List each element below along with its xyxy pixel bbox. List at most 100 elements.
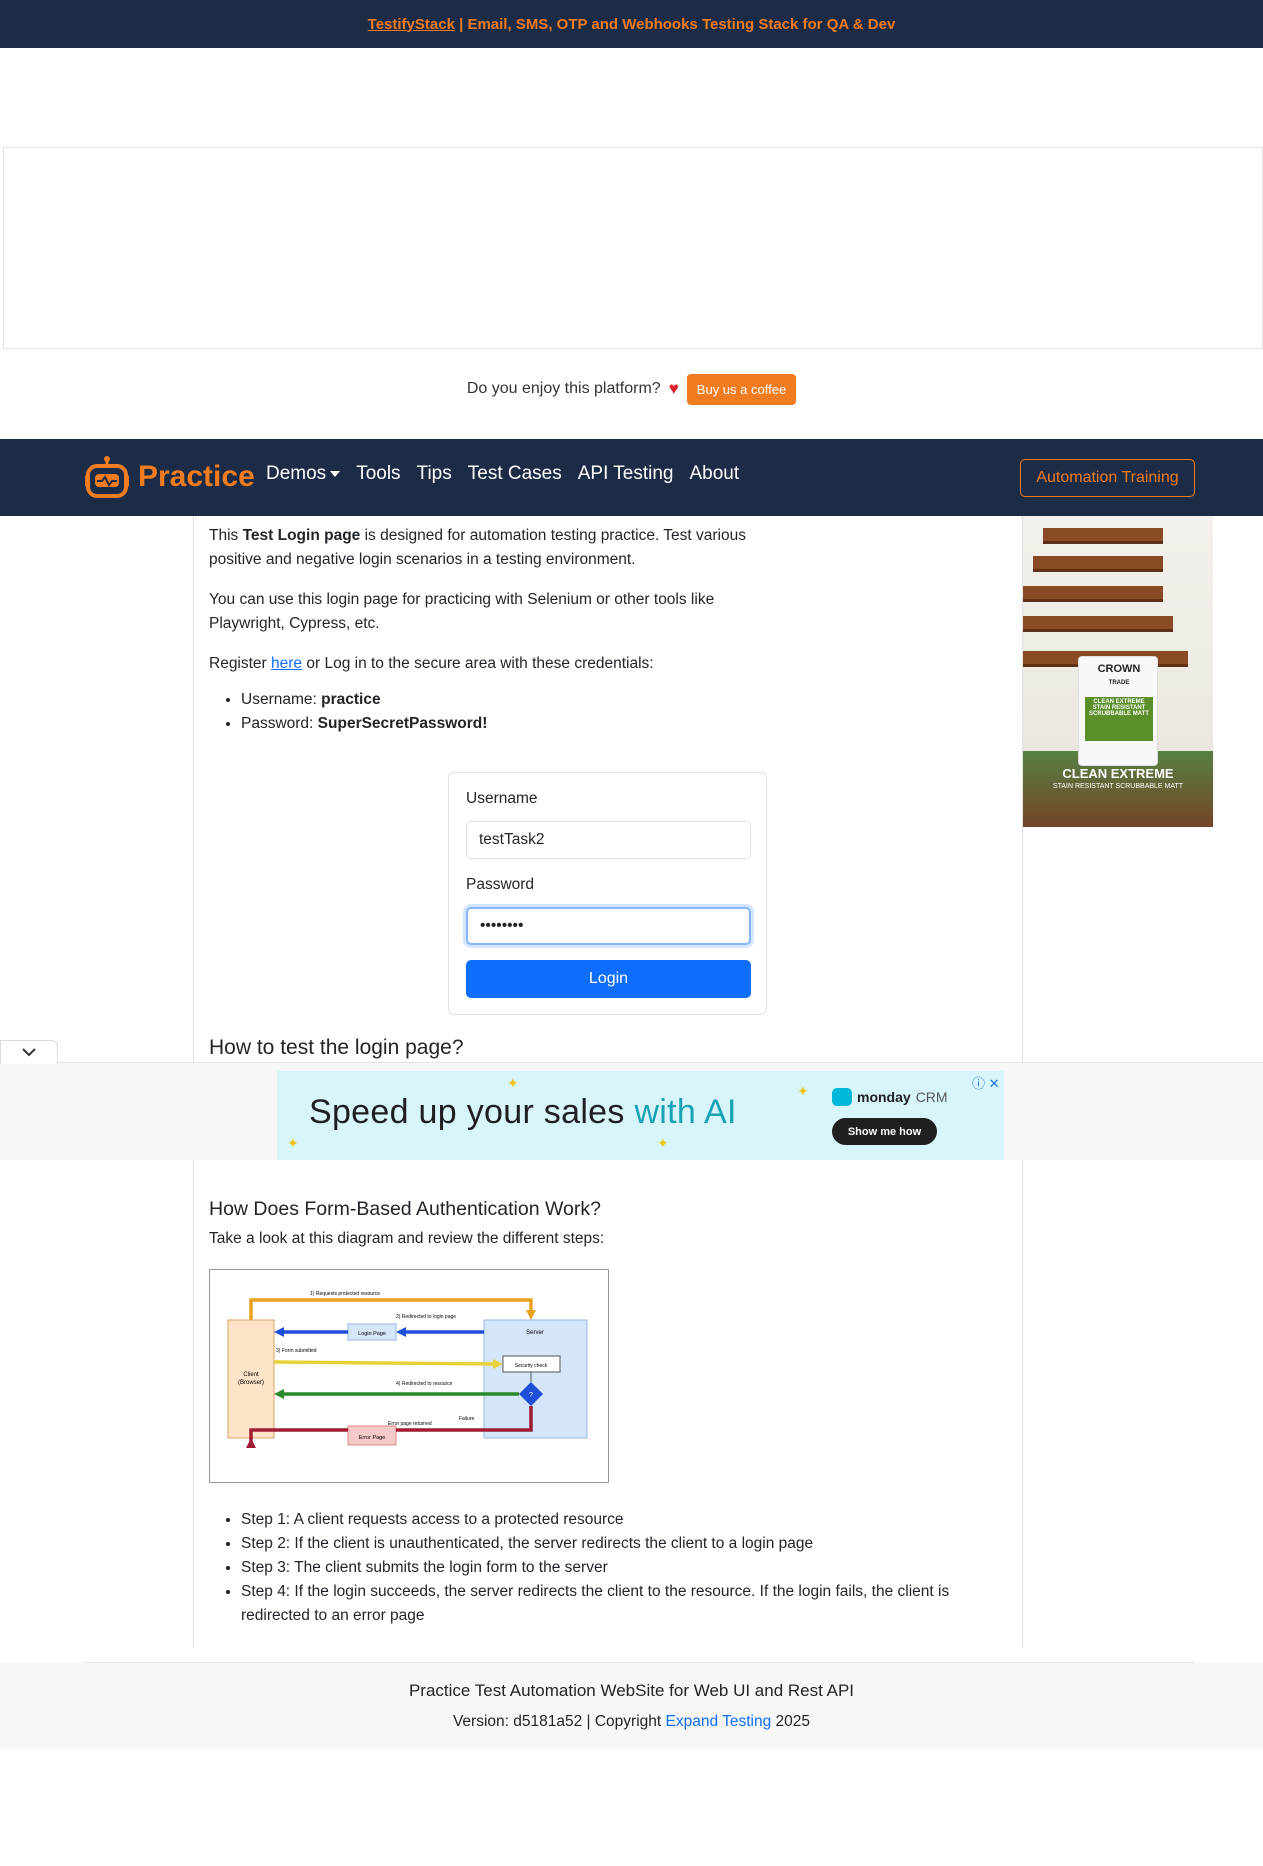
expand-testing-link[interactable]: Expand Testing (666, 1713, 772, 1730)
auth-flow-diagram: Client (Browser) Server Security check L… (209, 1269, 609, 1483)
footer-year: 2025 (771, 1713, 811, 1730)
login-button[interactable]: Login (466, 960, 751, 998)
failure-label: Failure (459, 1416, 475, 1422)
error-page-label: Error Page (359, 1435, 386, 1441)
password-credential-label: Password: (241, 715, 318, 732)
auth-flow-diagram-svg: Client (Browser) Server Security check L… (227, 1291, 588, 1448)
ad-headline-ai: with AI (634, 1093, 737, 1131)
chevron-down-icon (22, 1048, 36, 1057)
client-sub-label: (Browser) (238, 1380, 264, 1386)
intro-p1-pre: This (209, 527, 243, 544)
ad-headline: Speed up your sales with AI (309, 1093, 737, 1132)
heart-icon: ♥ (668, 379, 679, 398)
step4-label: 4) Redirected to resource (396, 1381, 453, 1387)
redirect-resource-arrowhead (274, 1389, 284, 1399)
password-credential-value: SuperSecretPassword! (317, 715, 488, 732)
ad-cta-button[interactable]: Show me how (832, 1118, 937, 1145)
form-auth-heading: How Does Form-Based Authentication Work? (209, 1198, 601, 1220)
request-arrowhead (526, 1310, 536, 1320)
buy-coffee-button[interactable]: Buy us a coffee (686, 373, 797, 405)
diagram-intro: Take a look at this diagram and review t… (209, 1230, 605, 1247)
crown-logo: CROWN TRADE (1079, 663, 1159, 687)
ad-brand: monday CRM (832, 1088, 948, 1106)
step-item: Step 1: A client requests access to a pr… (241, 1508, 981, 1532)
footer-version-text: Version: d5181a52 | Copyright (452, 1713, 666, 1730)
redirect-login-arrowhead-2 (274, 1327, 284, 1337)
nav-demos[interactable]: Demos (266, 463, 341, 485)
password-label: Password (466, 876, 535, 893)
error-arrowhead (246, 1438, 256, 1448)
nav-test-cases[interactable]: Test Cases (468, 463, 562, 485)
how-to-test-heading: How to test the login page? (209, 1036, 464, 1059)
intro-paragraph-1: This Test Login page is designed for aut… (209, 524, 779, 572)
intro-paragraph-3: Register here or Log in to the secure ar… (209, 652, 779, 676)
password-input[interactable] (466, 907, 751, 945)
ad-brand-name: monday (857, 1089, 911, 1105)
step-item: Step 4: If the login succeeds, the serve… (241, 1580, 981, 1628)
side-ad-subtitle: STAIN RESISTANT SCRUBBABLE MATT (1052, 783, 1184, 790)
username-credential-value: practice (321, 691, 381, 708)
ad-placeholder (3, 147, 1263, 349)
side-ad-title: CLEAN EXTREME (1062, 766, 1174, 781)
step1-label: 1) Requests protected resource (310, 1291, 380, 1297)
intro-paragraph-2: You can use this login page for practici… (209, 591, 715, 632)
step3-label: 3) Form submitted (276, 1348, 317, 1354)
top-banner-text: | Email, SMS, OTP and Webhooks Testing S… (454, 15, 896, 33)
caret-down-icon (330, 470, 341, 477)
username-label: Username (466, 790, 538, 807)
steps-list: Step 1: A client requests access to a pr… (241, 1508, 981, 1628)
top-banner: TestifyStack | Email, SMS, OTP and Webho… (0, 0, 1263, 48)
nav-tools[interactable]: Tools (356, 463, 400, 485)
brand-name: Practice (138, 460, 255, 493)
nav-about[interactable]: About (690, 463, 740, 485)
credential-password: Password: SuperSecretPassword! (241, 712, 779, 736)
register-here-link[interactable]: here (271, 655, 302, 672)
navbar: Practice Demos Tools Tips Test Cases API… (0, 439, 1263, 516)
server-label: Server (526, 1330, 544, 1336)
crown-sub: TRADE (1108, 680, 1130, 686)
step-item: Step 3: The client submits the login for… (241, 1556, 981, 1580)
ad-headline-text: Speed up your sales (309, 1093, 635, 1131)
footer-version: Version: d5181a52 | Copyright Expand Tes… (0, 1713, 1263, 1731)
monday-crm-ad[interactable]: ✦ ✦ ✦ ✦ Speed up your sales with AI mond… (277, 1071, 1004, 1160)
paint-can-image: CROWN TRADE CLEAN EXTREME STAIN RESISTANT… (1078, 656, 1158, 766)
redirect-login-arrowhead (396, 1327, 406, 1337)
login-page-label: Login Page (358, 1331, 386, 1337)
footer: Practice Test Automation WebSite for Web… (0, 1663, 1263, 1749)
intro-section: This Test Login page is designed for aut… (209, 524, 779, 736)
stair-step (1023, 616, 1173, 632)
monday-logo-icon (832, 1088, 852, 1106)
coffee-question: Do you enjoy this platform? (466, 380, 661, 397)
sparkle-icon: ✦ (287, 1135, 299, 1151)
security-check-label: Security check (515, 1363, 548, 1369)
nav-api-testing[interactable]: API Testing (578, 463, 674, 485)
username-input[interactable] (466, 821, 751, 859)
coffee-row: Do you enjoy this platform? ♥ Buy us a c… (0, 372, 1263, 406)
intro-p1-bold: Test Login page (242, 527, 361, 544)
ad-brand-suffix: CRM (915, 1089, 948, 1105)
stair-step (1043, 528, 1163, 544)
username-credential-label: Username: (241, 691, 322, 708)
client-label: Client (243, 1372, 259, 1378)
sticky-ad-toggle[interactable] (0, 1040, 58, 1064)
crown-brand: CROWN (1097, 663, 1141, 675)
server-box (483, 1319, 588, 1439)
request-arrow (249, 1298, 533, 1320)
crown-paint-ad[interactable]: CROWN TRADE CLEAN EXTREME STAIN RESISTANT… (1023, 516, 1213, 827)
stair-step (1033, 556, 1163, 572)
step2-label: 2) Redirected to login page (396, 1314, 456, 1320)
testifystack-link[interactable]: TestifyStack (368, 16, 455, 33)
nav-links: Demos Tools Tips Test Cases API Testing … (266, 463, 739, 485)
nav-tips[interactable]: Tips (417, 463, 452, 485)
error-returned-label: Error page returned (388, 1421, 432, 1427)
credential-username: Username: practice (241, 688, 779, 712)
client-box (227, 1319, 275, 1439)
intro-p3-pre: Register (209, 655, 272, 672)
brand-logo[interactable]: Practice (84, 454, 255, 500)
automation-training-button[interactable]: Automation Training (1020, 459, 1195, 497)
credentials-list: Username: practice Password: SuperSecret… (241, 688, 779, 736)
form-submit-arrow (273, 1360, 496, 1366)
sparkle-icon: ✦ (657, 1135, 669, 1151)
sparkle-icon: ✦ (507, 1075, 519, 1091)
ad-info-close-icon[interactable]: ⓘ ✕ (972, 1073, 1000, 1092)
